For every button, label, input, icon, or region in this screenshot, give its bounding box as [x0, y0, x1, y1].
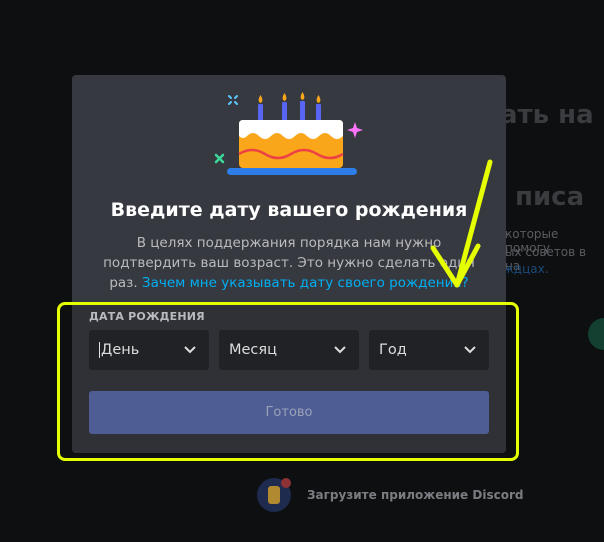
- modal-description: В целях поддержания порядка нам нужно по…: [90, 233, 488, 293]
- bg-heading-fragment-2: писа: [515, 182, 585, 212]
- bg-heading-fragment: ать на: [500, 100, 594, 130]
- why-birthday-link[interactable]: Зачем мне указывать дату своего рождения…: [142, 275, 469, 291]
- bg-download-app-banner: Загрузите приложение Discord: [257, 478, 523, 512]
- bg-status-circle: [588, 318, 604, 350]
- notification-badge: [281, 478, 291, 488]
- phone-icon: [257, 478, 291, 512]
- bg-link-fragment: ждцах.: [503, 262, 549, 276]
- modal-title: Введите дату вашего рождения: [110, 199, 468, 221]
- annotation-highlight-box: [57, 302, 519, 461]
- birthday-cake-icon: [214, 92, 363, 175]
- bg-download-app-text: Загрузите приложение Discord: [307, 488, 524, 502]
